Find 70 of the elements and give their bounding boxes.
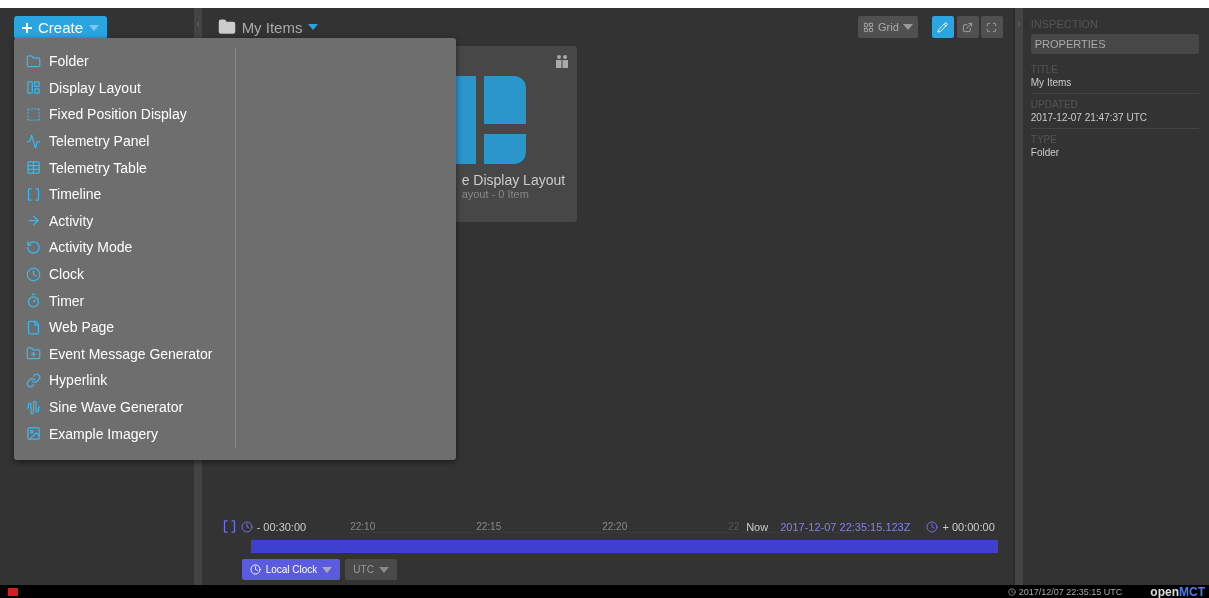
now-time: 2017-12-07 22:35:15.123Z — [780, 520, 911, 533]
view-button[interactable]: Grid — [858, 16, 918, 38]
menu-item[interactable]: Clock — [14, 260, 235, 288]
users-icon — [554, 54, 569, 68]
folder-plus-icon — [26, 346, 41, 362]
arrow-icon — [26, 213, 41, 229]
status-clock: 2017/12/07 22:35:15 UTC — [1018, 586, 1123, 597]
collapse-handle[interactable] — [1014, 8, 1023, 585]
table-icon — [26, 160, 41, 176]
breadcrumb-title[interactable]: My Items — [241, 18, 303, 36]
logo-text: MCT — [1179, 585, 1205, 598]
plus-icon — [22, 22, 32, 33]
folder-icon — [26, 53, 41, 69]
start-offset[interactable]: - 00:30:00 — [256, 520, 307, 533]
menu-item[interactable]: Timeline — [14, 180, 235, 208]
clock-select-button[interactable]: Local Clock — [241, 559, 341, 580]
menu-item[interactable]: Event Message Generator — [14, 340, 235, 368]
rotate-icon — [26, 239, 41, 255]
image-icon — [26, 426, 41, 442]
end-offset[interactable]: + 00:00:00 — [942, 520, 995, 533]
menu-item[interactable]: Web Page — [14, 313, 235, 341]
clock-icon — [249, 564, 261, 575]
pencil-icon — [937, 21, 949, 33]
fullscreen-button[interactable] — [980, 16, 1003, 38]
sine-wave-icon — [26, 399, 41, 415]
wave-panel-icon — [26, 133, 41, 149]
menu-item[interactable]: Fixed Position Display — [14, 101, 235, 128]
menu-item[interactable]: Display Layout — [14, 74, 235, 102]
caret-icon[interactable] — [308, 24, 319, 30]
clock-icon — [26, 266, 41, 282]
menu-item[interactable]: Telemetry Table — [14, 154, 235, 181]
property-value: 2017-12-07 21:47:37 UTC — [1030, 112, 1148, 123]
menu-item[interactable]: Timer — [14, 287, 235, 314]
menu-item[interactable]: Activity — [14, 207, 235, 235]
menu-item[interactable]: Folder — [14, 48, 235, 75]
caret-icon — [89, 24, 100, 31]
clock-icon — [1007, 587, 1016, 596]
clock-icon — [240, 520, 253, 533]
menu-item[interactable]: Activity Mode — [14, 234, 235, 261]
logo-text: open — [1150, 585, 1179, 598]
card-subtitle: ayout - 0 Item — [461, 188, 529, 200]
menu-item[interactable]: Example Imagery — [14, 420, 235, 447]
menu-item[interactable]: Sine Wave Generator — [14, 393, 235, 421]
properties-tab[interactable]: PROPERTIES — [1030, 34, 1199, 54]
property-value: My Items — [1030, 77, 1073, 88]
menu-item[interactable]: Hyperlink — [14, 367, 235, 394]
page-icon — [26, 319, 41, 335]
now-label: Now — [746, 520, 769, 533]
link-icon — [26, 372, 41, 388]
dashed-square-icon — [26, 107, 41, 122]
axis-tick-label: 22:10 — [350, 520, 477, 533]
new-window-button[interactable] — [956, 16, 979, 38]
card-title: e Display Layout — [461, 172, 566, 188]
axis-tick-label: 22:15 — [476, 520, 603, 533]
clock-icon — [926, 520, 939, 533]
property-value: Folder — [1030, 147, 1061, 158]
new-window-icon — [962, 21, 974, 33]
create-button[interactable]: Create — [14, 16, 108, 39]
brackets-icon[interactable] — [221, 519, 237, 534]
timer-icon — [26, 293, 41, 309]
layout-icon — [26, 80, 41, 96]
folder-icon — [217, 18, 236, 36]
alert-icon — [8, 587, 18, 596]
menu-item[interactable]: Telemetry Panel — [14, 127, 235, 155]
axis-tick-label: 22:20 — [602, 520, 729, 533]
timezone-select-button[interactable]: UTC — [345, 559, 397, 580]
brackets-icon — [26, 186, 41, 202]
grid-icon — [863, 21, 874, 33]
edit-button[interactable] — [931, 16, 954, 38]
fullscreen-icon — [986, 21, 998, 33]
